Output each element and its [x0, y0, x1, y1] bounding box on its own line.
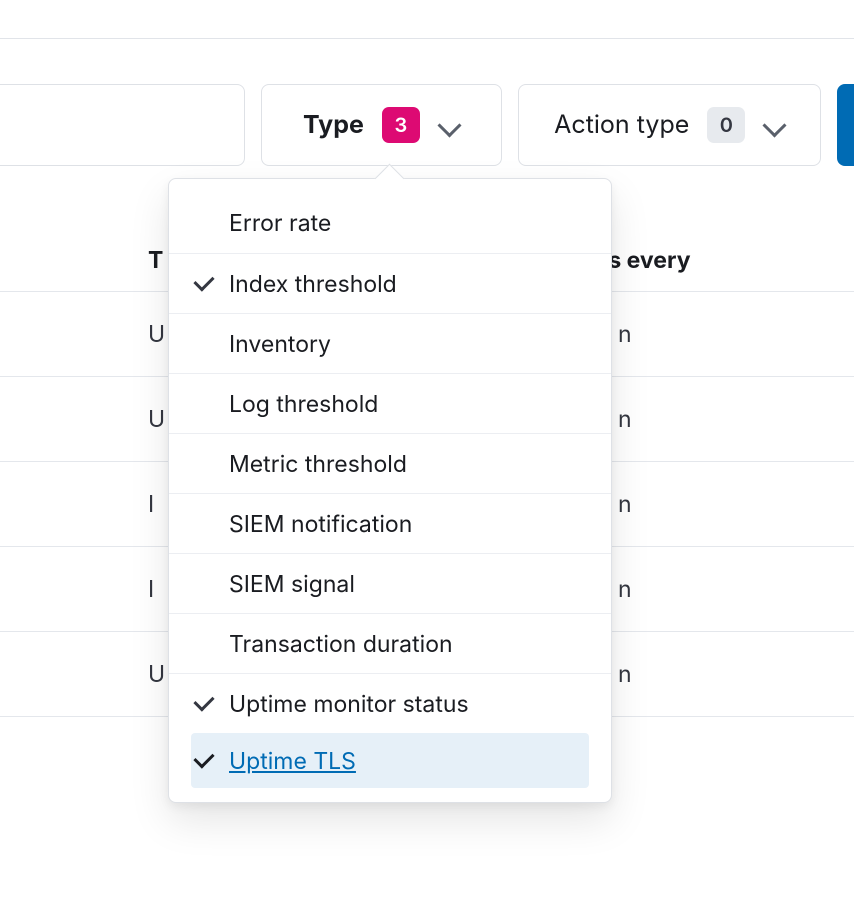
chevron-down-icon — [763, 114, 785, 136]
check-icon — [191, 271, 217, 297]
filter-action-type-count: 0 — [707, 107, 745, 143]
filter-unknown-left[interactable] — [0, 84, 245, 166]
filter-action-type[interactable]: Action type 0 — [518, 84, 821, 166]
check-icon — [191, 391, 217, 417]
filter-action-type-label: Action type — [554, 110, 689, 140]
column-header-type: T — [148, 246, 163, 274]
filter-type-count: 3 — [382, 107, 420, 143]
type-option[interactable]: Inventory — [169, 313, 611, 373]
header-divider — [0, 38, 854, 39]
filter-type[interactable]: Type 3 — [261, 84, 503, 166]
type-option[interactable]: Log threshold — [169, 373, 611, 433]
type-option[interactable]: Error rate — [169, 193, 611, 253]
chevron-down-icon — [438, 114, 460, 136]
type-filter-menu: Error rate Index threshold Inventory Log… — [168, 178, 612, 803]
filter-type-label: Type — [303, 110, 364, 140]
type-option[interactable]: Transaction duration — [169, 613, 611, 673]
type-option[interactable]: Uptime monitor status — [169, 673, 611, 733]
primary-action-partial[interactable] — [837, 84, 854, 166]
type-option[interactable]: Index threshold — [169, 253, 611, 313]
check-icon — [191, 331, 217, 357]
check-icon — [191, 631, 217, 657]
check-icon — [191, 748, 217, 774]
check-icon — [191, 691, 217, 717]
type-option[interactable]: Uptime TLS — [191, 733, 589, 788]
column-header-runs-every: ns every — [594, 246, 854, 274]
check-icon — [191, 210, 217, 236]
type-option[interactable]: Metric threshold — [169, 433, 611, 493]
check-icon — [191, 571, 217, 597]
filter-bar: Type 3 Action type 0 — [0, 84, 854, 166]
check-icon — [191, 451, 217, 477]
type-option[interactable]: SIEM notification — [169, 493, 611, 553]
check-icon — [191, 511, 217, 537]
type-option[interactable]: SIEM signal — [169, 553, 611, 613]
